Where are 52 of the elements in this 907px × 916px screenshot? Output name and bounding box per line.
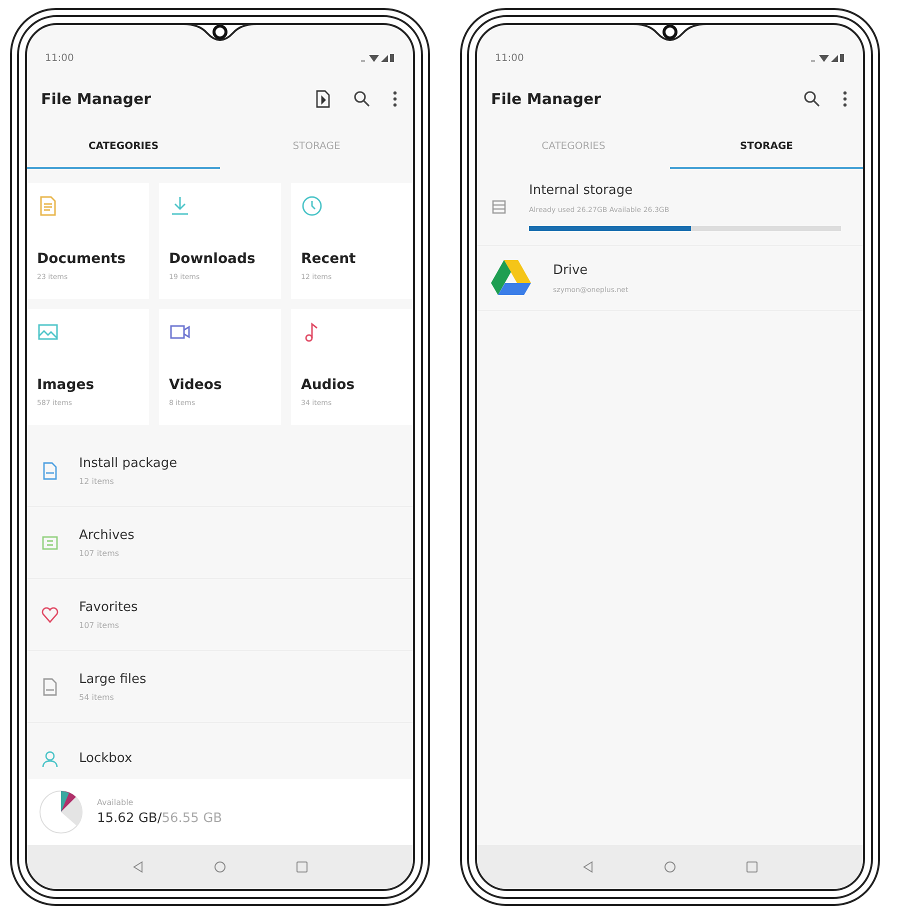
category-name: Audios xyxy=(301,377,356,393)
more-icon xyxy=(843,91,847,107)
recents-icon[interactable] xyxy=(746,861,758,873)
home-icon[interactable] xyxy=(664,861,676,873)
status-icons-drawing xyxy=(359,53,395,63)
list-item[interactable]: Large files 54 items xyxy=(27,651,413,723)
list-item[interactable]: Favorites 107 items xyxy=(27,579,413,651)
download-icon xyxy=(169,195,191,217)
storage-name: Internal storage xyxy=(529,183,634,198)
app-title: File Manager xyxy=(491,90,602,108)
tab[interactable]: CATEGORIES xyxy=(27,125,220,169)
person-icon xyxy=(41,750,59,768)
home-icon[interactable] xyxy=(214,861,226,873)
category-name: Videos xyxy=(169,377,223,393)
file-icon xyxy=(315,90,331,108)
item-name: Archives xyxy=(79,528,134,542)
available-label: Available xyxy=(97,798,134,807)
category-name: Documents xyxy=(37,251,127,267)
category-name: Downloads xyxy=(169,251,256,267)
item-name: Favorites xyxy=(79,600,138,614)
more-icon xyxy=(393,91,397,107)
pie-drawing xyxy=(39,790,83,834)
clock-icon xyxy=(301,195,323,217)
recents-icon[interactable] xyxy=(296,861,308,873)
drive-logo-icon xyxy=(491,260,531,296)
back-icon[interactable] xyxy=(582,861,594,873)
item-name: Large files xyxy=(79,672,146,686)
item-count: 107 items xyxy=(79,548,120,558)
back-icon[interactable] xyxy=(132,861,144,873)
package-file-icon xyxy=(41,462,59,480)
search-icon xyxy=(353,90,371,108)
list-item[interactable]: Archives 107 items xyxy=(27,507,413,579)
app-title: File Manager xyxy=(41,90,152,108)
tab[interactable]: STORAGE xyxy=(670,125,863,169)
category-name: Recent xyxy=(301,251,357,267)
status-time: 11:00 xyxy=(45,52,74,64)
storage-icon xyxy=(491,199,507,215)
status-time: 11:00 xyxy=(495,52,524,64)
large-file-icon xyxy=(41,678,59,696)
item-count: 107 items xyxy=(79,620,120,630)
archive-icon xyxy=(41,534,59,552)
heart-icon xyxy=(41,606,59,624)
category-name: Images xyxy=(37,377,96,393)
item-count: 12 items xyxy=(79,476,115,486)
status-icons-drawing xyxy=(809,53,845,63)
search-icon xyxy=(803,90,821,108)
item-count: 54 items xyxy=(79,692,115,702)
storage-value: 15.62 GB/56.55 GB xyxy=(97,811,222,826)
list-item[interactable]: Install package 12 items xyxy=(27,435,413,507)
storage-name: Drive xyxy=(553,262,589,278)
item-name: Lockbox xyxy=(79,751,132,766)
item-name: Install package xyxy=(79,456,178,470)
